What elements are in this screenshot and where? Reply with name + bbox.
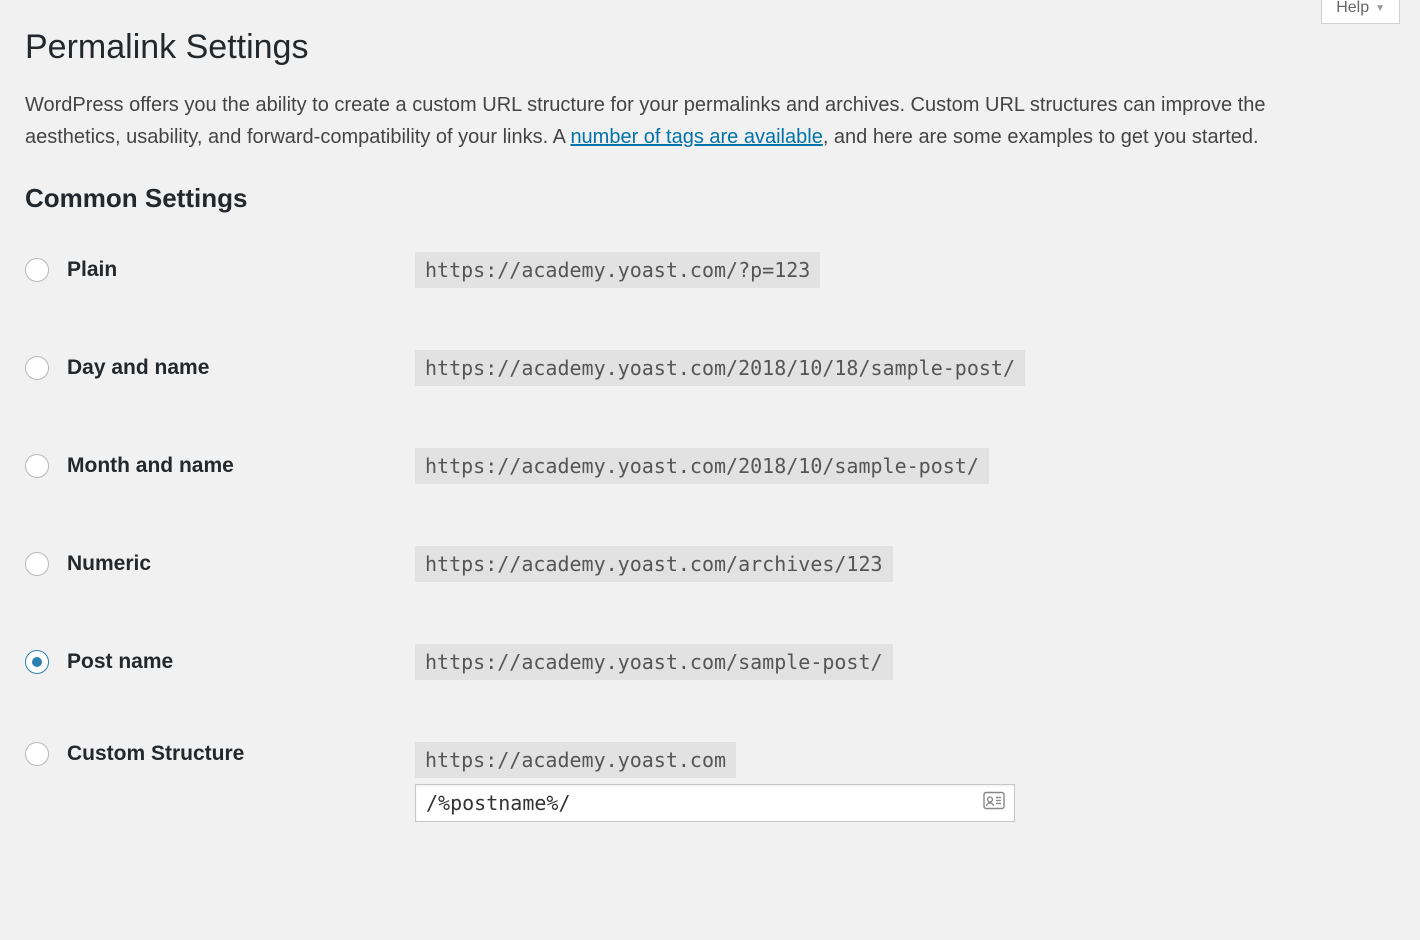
custom-structure-input[interactable]: [415, 784, 1015, 822]
example-month-name: https://academy.yoast.com/2018/10/sample…: [415, 448, 989, 484]
label-custom[interactable]: Custom Structure: [67, 742, 244, 766]
label-plain[interactable]: Plain: [67, 258, 117, 282]
radio-custom[interactable]: [25, 742, 49, 766]
label-day-name[interactable]: Day and name: [67, 356, 209, 380]
label-post-name[interactable]: Post name: [67, 650, 173, 674]
help-label: Help: [1336, 0, 1369, 17]
radio-dot-icon: [32, 657, 42, 667]
example-post-name: https://academy.yoast.com/sample-post/: [415, 644, 893, 680]
option-row-numeric: Numeric https://academy.yoast.com/archiv…: [25, 546, 1395, 582]
radio-day-name[interactable]: [25, 356, 49, 380]
radio-numeric[interactable]: [25, 552, 49, 576]
example-day-name: https://academy.yoast.com/2018/10/18/sam…: [415, 350, 1025, 386]
example-plain: https://academy.yoast.com/?p=123: [415, 252, 820, 288]
radio-post-name[interactable]: [25, 650, 49, 674]
option-row-day-name: Day and name https://academy.yoast.com/2…: [25, 350, 1395, 386]
option-row-custom: Custom Structure https://academy.yoast.c…: [25, 742, 1395, 822]
example-numeric: https://academy.yoast.com/archives/123: [415, 546, 893, 582]
common-settings-heading: Common Settings: [25, 183, 1395, 214]
label-month-name[interactable]: Month and name: [67, 454, 234, 478]
intro-text-after: , and here are some examples to get you …: [823, 126, 1259, 148]
tags-available-link[interactable]: number of tags are available: [570, 126, 822, 148]
caret-down-icon: ▼: [1375, 3, 1385, 14]
option-row-month-name: Month and name https://academy.yoast.com…: [25, 448, 1395, 484]
radio-month-name[interactable]: [25, 454, 49, 478]
page-title: Permalink Settings: [25, 28, 1395, 67]
label-numeric[interactable]: Numeric: [67, 552, 151, 576]
intro-paragraph: WordPress offers you the ability to crea…: [25, 89, 1345, 153]
custom-base-url: https://academy.yoast.com: [415, 742, 736, 778]
radio-plain[interactable]: [25, 258, 49, 282]
option-row-post-name: Post name https://academy.yoast.com/samp…: [25, 644, 1395, 680]
help-tab[interactable]: Help ▼: [1321, 0, 1400, 24]
option-row-plain: Plain https://academy.yoast.com/?p=123: [25, 252, 1395, 288]
